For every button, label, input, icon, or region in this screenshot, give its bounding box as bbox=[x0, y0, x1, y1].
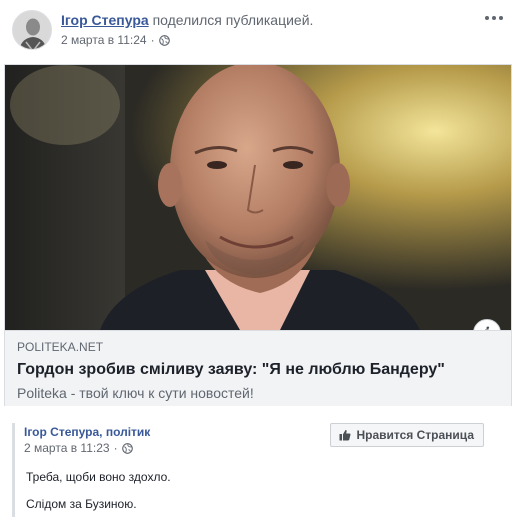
embedded-original-post: Ігор Степура, політик 2 марта в 11:23 · … bbox=[12, 423, 504, 517]
like-page-label: Нравится Страница bbox=[356, 428, 474, 442]
embedded-post-text-line: Слідом за Бузиною. bbox=[26, 497, 137, 511]
post-timestamp[interactable]: 2 марта в 11:24 bbox=[61, 33, 147, 47]
embedded-meta: 2 марта в 11:23 · bbox=[24, 441, 133, 455]
globe-icon[interactable] bbox=[121, 442, 133, 454]
post-author-line: Ігор Степура поделился публикацией. bbox=[61, 12, 313, 28]
link-title[interactable]: Гордон зробив сміливу заяву: "Я не люблю… bbox=[17, 360, 499, 380]
embedded-post-text-line: Треба, щоби воно здохло. bbox=[26, 470, 171, 484]
globe-icon[interactable] bbox=[158, 34, 170, 46]
link-preview-card[interactable]: i POLITEKA.NET Гордон зробив сміливу зая… bbox=[4, 64, 512, 406]
embedded-author-link[interactable]: Ігор Степура, політик bbox=[24, 425, 150, 439]
avatar-image bbox=[13, 11, 51, 49]
post-meta: 2 марта в 11:24 · bbox=[61, 33, 170, 47]
post-header: Ігор Степура поделился публикацией. 2 ма… bbox=[0, 0, 516, 60]
author-avatar[interactable] bbox=[12, 10, 52, 50]
thumbs-up-icon bbox=[339, 429, 351, 441]
like-page-button[interactable]: Нравится Страница bbox=[330, 423, 484, 447]
more-options-icon[interactable] bbox=[484, 10, 504, 26]
link-domain: POLITEKA.NET bbox=[17, 340, 104, 354]
portrait-photo bbox=[5, 65, 511, 330]
link-description: Politeka - твой ключ к сути новостей! bbox=[17, 385, 254, 401]
share-action-text: поделился публикацией. bbox=[152, 12, 314, 28]
article-image[interactable] bbox=[5, 65, 511, 330]
link-card-text[interactable]: POLITEKA.NET Гордон зробив сміливу заяву… bbox=[5, 330, 511, 406]
embedded-timestamp[interactable]: 2 марта в 11:23 bbox=[24, 441, 110, 455]
author-name-link[interactable]: Ігор Степура bbox=[61, 12, 149, 28]
